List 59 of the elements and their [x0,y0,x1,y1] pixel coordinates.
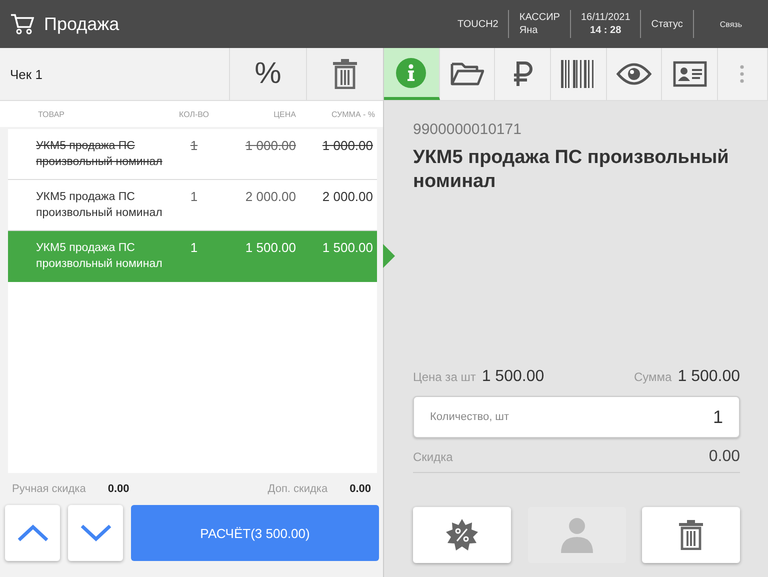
column-header: КОЛ-ВО [178,110,210,118]
item-price: 1 500.00 [244,240,296,255]
row-pointer-icon [383,244,395,268]
more-icon [740,65,744,83]
quantity-field[interactable]: Количество, шт 1 [413,396,740,438]
time-text: 14 : 28 [590,25,622,36]
cashier-name: Яна [519,25,538,36]
column-header: ТОВАР [37,110,66,118]
info-icon [396,58,426,88]
pay-button[interactable]: РАСЧЁТ(3 500.00) [131,505,379,561]
unit-price-value: 1 500.00 [482,368,544,386]
item-name: УКМ5 продажа ПС произвольный номинал [35,190,164,221]
person-icon [560,517,592,553]
extra-discount-value: 0.00 [350,483,371,495]
item-sum: 1 000.00 [321,138,374,153]
item-price: 1 000.00 [244,138,296,153]
item-sum: 2 000.00 [321,189,374,204]
manual-discount-label: Ручная скидка [12,483,86,495]
sum-label: Сумма [634,370,672,384]
chevron-down-icon [80,524,112,542]
chevron-up-icon [16,524,48,542]
cart-icon [10,13,34,35]
item-price: 2 000.00 [244,189,296,204]
barcode-icon [561,60,596,88]
status-link[interactable]: Статус [651,18,683,30]
item-discount-button[interactable] [413,507,511,563]
item-quantity: 1 [189,138,199,153]
eye-icon [616,63,652,85]
receipt-title: Чек 1 [9,66,44,84]
toolbar-tab[interactable] [384,48,440,100]
item-sum: 1 500.00 [321,240,374,255]
extra-discount-label: Доп. скидка [268,483,328,495]
trash-icon [679,520,703,550]
id-card-icon [672,61,707,87]
item-quantity: 1 [189,189,199,204]
connection-link[interactable]: Связь [720,20,742,28]
manual-discount-value: 0.00 [108,483,130,495]
sum-value: 1 500.00 [678,368,740,386]
scroll-down-button[interactable] [68,505,123,561]
trash-icon [333,59,357,89]
discount-badge-icon [446,519,478,551]
folder-icon [450,62,484,86]
discount-value: 0.00 [708,448,740,466]
cashier-label: КАССИР [519,12,560,23]
date-text: 16/11/2021 [580,12,630,23]
item-name: УКМ5 продажа ПС произвольный номинал [35,241,164,272]
ruble-icon [512,61,534,87]
product-barcode: 9900000010171 [413,121,522,138]
delete-item-button[interactable] [642,507,740,563]
terminal-name: TOUCH2 [457,18,498,30]
scroll-up-button[interactable] [5,505,60,561]
item-name: УКМ5 продажа ПС произвольный номинал [35,139,164,170]
discount-label: Скидка [413,450,453,464]
item-quantity: 1 [189,240,199,255]
column-header: СУММА - % [330,110,375,118]
screen-title: Продажа [44,14,120,34]
column-header: ЦЕНА [272,110,296,118]
product-name: УКМ5 продажа ПС произвольный номинал [413,146,730,194]
unit-price-label: Цена за шт [413,370,476,384]
